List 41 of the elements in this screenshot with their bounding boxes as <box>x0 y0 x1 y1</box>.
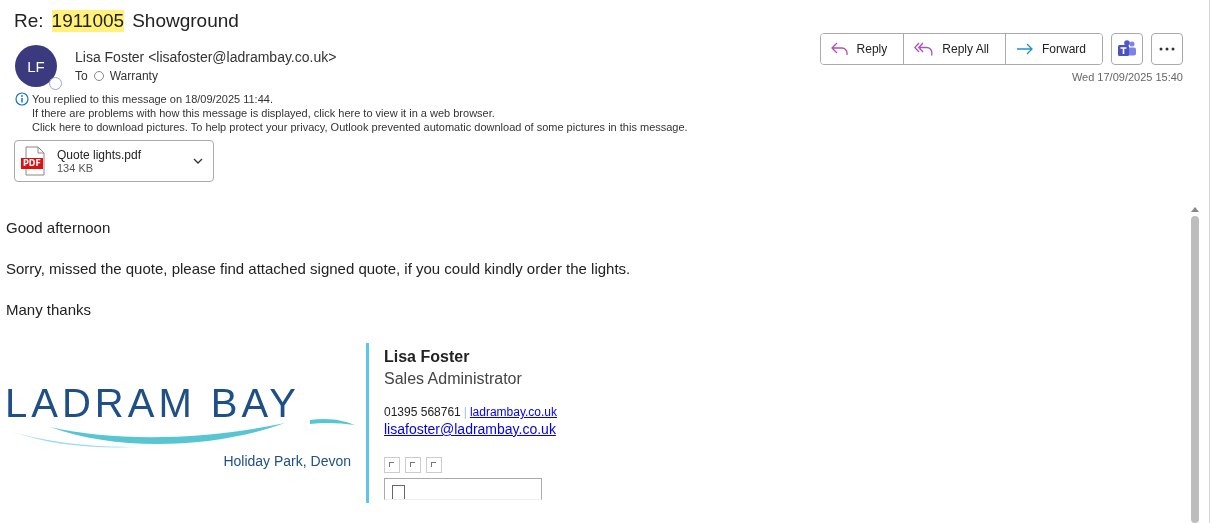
body-paragraph: Good afternoon <box>6 220 112 235</box>
teams-button[interactable] <box>1111 33 1143 65</box>
logo-wordmark: LADRAM BAY <box>4 385 301 421</box>
info-icon <box>15 92 29 106</box>
info-message[interactable]: You replied to this message on 18/09/2025 11:44. <box>32 92 688 106</box>
forward-icon <box>1016 42 1034 56</box>
image-placeholder-icon <box>384 457 400 473</box>
highlighted-text: 1911005 <box>51 10 125 32</box>
image-placeholder-icon <box>426 457 442 473</box>
reply-all-icon <box>914 42 935 56</box>
subject-prefix: Re: <box>14 10 44 32</box>
image-placeholder-icon <box>405 457 421 473</box>
scrollbar[interactable] <box>1188 206 1202 523</box>
info-message[interactable]: If there are problems with how this message is displayed, click here to view it in a web browser. <box>32 106 688 120</box>
website-link[interactable]: ladrambay.co.uk <box>469 405 558 419</box>
signature-name: Lisa Foster <box>384 348 471 366</box>
sender-name[interactable]: Lisa Foster <lisafoster@ladrambay.co.uk> <box>75 49 820 65</box>
recipient-name[interactable]: Warranty <box>109 69 158 83</box>
to-label: To <box>75 69 88 83</box>
reply-button[interactable]: Reply <box>820 34 905 64</box>
presence-icon <box>49 77 62 90</box>
teams-icon <box>1117 40 1137 58</box>
body-paragraph: Many thanks <box>6 302 93 317</box>
subject-text: Showground <box>132 10 239 32</box>
chevron-down-icon <box>193 158 203 164</box>
body-paragraph: Sorry, missed the quote, please find attached signed quote, if you could kindly order the lights. <box>6 261 632 276</box>
more-icon <box>1159 47 1175 51</box>
email-link[interactable]: lisafoster@ladrambay.co.uk <box>384 421 558 437</box>
attachment-name: Quote lights.pdf <box>57 148 143 162</box>
signature-title: Sales Administrator <box>384 370 523 388</box>
attachment-card[interactable]: PDF Quote lights.pdf 134 KB <box>14 140 214 182</box>
pdf-file-icon: PDF <box>23 146 47 176</box>
scroll-up-arrow-icon[interactable] <box>1190 206 1200 212</box>
info-message[interactable]: Click here to download pictures. To help protect your privacy, Outlook prevented automatic download of some pictures in this message. <box>32 120 688 134</box>
separator: | <box>463 405 467 419</box>
phone-number: 01395 568761 <box>384 405 461 419</box>
reply-icon <box>830 42 849 56</box>
more-options-button[interactable] <box>1151 33 1183 65</box>
attachment-size: 134 KB <box>57 162 95 174</box>
logo-tagline: Holiday Park, Devon <box>223 453 351 469</box>
sent-date: Wed 17/09/2025 15:40 <box>1071 71 1183 83</box>
